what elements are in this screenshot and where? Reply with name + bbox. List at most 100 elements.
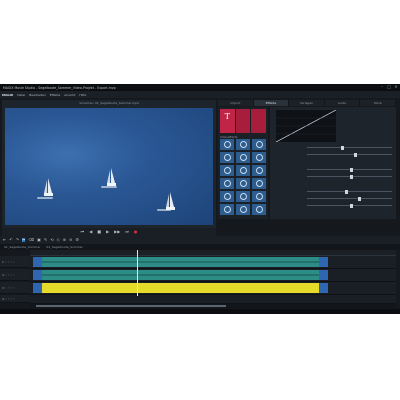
menu-file[interactable]: Datei [17,93,25,97]
effect-tile[interactable] [252,204,266,215]
slider-track[interactable] [307,174,392,179]
slider-track[interactable] [307,189,392,194]
timeline-scrollbar[interactable] [30,304,396,308]
effect-tile[interactable] [220,152,234,163]
toolbar-button[interactable]: ▣ [37,238,41,242]
effect-tile[interactable] [220,191,234,202]
effect-tile[interactable] [220,139,234,150]
menu-view[interactable]: Ansicht [64,93,75,97]
effect-icon [255,206,263,213]
movie-tab[interactable]: 01_Segelboote_Sommer [4,245,40,249]
video-preview[interactable] [5,108,213,225]
window-title: MAGIX Movie Studio - Segelboote_Sommer_V… [3,85,116,90]
toolbar-button[interactable]: ⟲ [50,238,53,242]
zoom-in-button[interactable]: ⊕ [63,238,66,242]
effect-tile[interactable] [252,165,266,176]
menu-edit[interactable]: Bearbeiten [29,93,45,97]
video-editor-window: MAGIX Movie Studio - Segelboote_Sommer_V… [0,84,400,314]
effect-tile[interactable] [236,204,250,215]
stop-button[interactable]: ■ [97,230,101,234]
effect-tile[interactable] [252,178,266,189]
slider-row [274,174,392,179]
gradation-curve[interactable] [276,110,336,142]
effect-tile[interactable] [220,165,234,176]
effect-tile[interactable] [251,109,266,133]
slider-knob[interactable] [358,196,361,201]
slider-knob[interactable] [349,203,353,208]
tab-templates[interactable]: Vorlagen [289,100,325,106]
audio-clip[interactable] [33,283,328,293]
playhead[interactable] [137,250,138,296]
effect-tile[interactable] [236,152,250,163]
effect-tile[interactable] [236,165,250,176]
tab-store[interactable]: Store [360,100,396,106]
tab-audio[interactable]: Audio [324,100,361,106]
effects-browser: T Videoeffekte [218,107,268,228]
slider-track[interactable] [307,203,392,208]
clip-thumbnail [33,283,42,293]
redo-button[interactable]: ↷ [16,238,19,242]
effect-tile[interactable] [252,191,266,202]
go-to-end-button[interactable]: ⏭ [125,230,129,234]
play-button[interactable]: ▶ [106,230,109,234]
cut-button[interactable]: ✂ [22,238,26,242]
effect-tile[interactable] [220,178,234,189]
slider-track[interactable] [307,145,392,150]
minimize-button[interactable]: – [380,85,384,89]
slider-track[interactable] [307,167,392,172]
zoom-out-button[interactable]: ⊖ [69,238,72,242]
title-bar: MAGIX Movie Studio - Segelboote_Sommer_V… [0,84,400,91]
effect-icon [223,206,231,213]
effect-tile[interactable] [252,139,266,150]
effect-tile[interactable] [235,109,251,133]
settings-mini-timeline[interactable] [218,219,396,228]
transport-controls: ⏮ ◀ ■ ▶ ▶▶ ⏭ ● [2,228,216,236]
close-button[interactable]: ✕ [394,85,398,89]
track-3 [30,282,396,295]
effect-icon [239,180,247,187]
record-button[interactable]: ● [134,230,138,234]
toolbar-button[interactable]: ◇ [57,238,60,242]
toolbar-button[interactable]: ✎ [44,238,47,242]
clip-thumbnail [319,270,328,280]
effect-tile[interactable] [236,139,250,150]
slider-knob[interactable] [341,145,344,150]
delete-button[interactable]: ⌫ [28,238,34,242]
track-4[interactable] [30,295,396,304]
clip-thumbnail [319,283,328,293]
effect-icon [239,154,247,161]
slider-knob[interactable] [345,189,349,194]
slider-knob[interactable] [353,152,357,157]
slider-row [274,196,392,201]
preview-title: Vorschau: 01_Segelboote_Sommer.mp4 [79,101,139,105]
maximize-button[interactable]: □ [387,85,391,89]
tab-effects[interactable]: Effekte [253,100,290,106]
fast-forward-button[interactable]: ▶▶ [114,230,120,234]
effect-icon [223,180,231,187]
slider-track[interactable] [307,196,392,201]
settings-button[interactable]: ⚙ [75,238,79,242]
menu-effects[interactable]: Effekte [50,93,61,97]
sailboat-left [44,178,53,196]
slider-knob[interactable] [349,174,353,179]
effect-tile[interactable] [236,178,250,189]
slider-knob[interactable] [349,167,353,172]
status-bar [0,309,400,314]
step-back-button[interactable]: ◀ [89,230,92,234]
undo-button[interactable]: ↶ [9,238,12,242]
effect-icon [223,167,231,174]
video-clip[interactable] [33,257,328,267]
slider-track[interactable] [307,152,392,157]
effect-tile[interactable] [220,204,234,215]
toolbar-button[interactable]: ⇤ [3,238,6,242]
scrollbar-thumb[interactable] [36,305,226,307]
effect-tile[interactable] [252,152,266,163]
movie-tab[interactable]: 02_Segelboote_Sommer [46,245,82,249]
menu-help[interactable]: Hilfe [79,93,86,97]
go-to-start-button[interactable]: ⏮ [81,230,85,234]
title-effect-tile[interactable]: T [220,109,235,133]
tab-import[interactable]: Import [218,100,254,106]
video-clip[interactable] [33,270,328,280]
title-effects-row: T [220,109,266,133]
effect-tile[interactable] [236,191,250,202]
